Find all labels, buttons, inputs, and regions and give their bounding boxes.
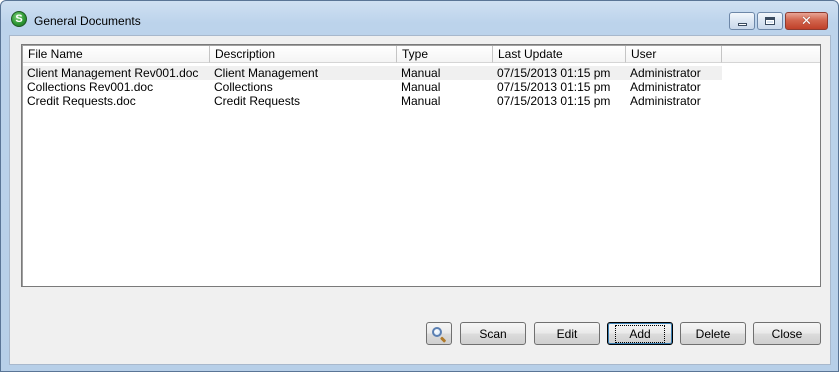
cell-type: Manual xyxy=(401,94,441,108)
column-header-file-name[interactable]: File Name xyxy=(23,46,210,63)
app-logo-letter: S xyxy=(15,12,23,25)
cell-file-name: Credit Requests.doc xyxy=(27,94,136,108)
add-button-label: Add xyxy=(615,324,665,343)
cell-last-update: 07/15/2013 01:15 pm xyxy=(497,66,611,80)
cell-file-name: Collections Rev001.doc xyxy=(27,80,154,94)
table-row[interactable]: Credit Requests.doc Credit Requests Manu… xyxy=(23,94,722,108)
magnifier-icon xyxy=(432,326,447,343)
general-documents-window: S General Documents ✕ File Name Descript… xyxy=(0,0,839,372)
edit-button-label: Edit xyxy=(556,326,578,341)
maximize-icon xyxy=(765,17,775,25)
table-row[interactable]: Client Management Rev001.doc Client Mana… xyxy=(23,66,722,80)
delete-button[interactable]: Delete xyxy=(680,322,746,345)
window-title: General Documents xyxy=(34,14,141,28)
search-button[interactable] xyxy=(426,322,452,345)
list-header: File Name Description Type Last Update U… xyxy=(23,46,820,63)
minimize-button[interactable] xyxy=(729,12,755,30)
cell-last-update: 07/15/2013 01:15 pm xyxy=(497,94,611,108)
cell-user: Administrator xyxy=(630,94,701,108)
cell-description: Credit Requests xyxy=(214,94,301,108)
column-header-filler xyxy=(722,46,820,63)
cell-type: Manual xyxy=(401,66,441,80)
maximize-button[interactable] xyxy=(757,12,783,30)
close-button-label: Close xyxy=(771,326,803,341)
cell-last-update: 07/15/2013 01:15 pm xyxy=(497,80,611,94)
close-window-button[interactable]: ✕ xyxy=(785,12,828,30)
column-header-description[interactable]: Description xyxy=(210,46,397,63)
close-button[interactable]: Close xyxy=(753,322,821,345)
table-row[interactable]: Collections Rev001.doc Collections Manua… xyxy=(23,80,722,94)
edit-button[interactable]: Edit xyxy=(534,322,600,345)
cell-description: Collections xyxy=(214,80,273,94)
caption-buttons: ✕ xyxy=(729,12,828,30)
column-header-last-update[interactable]: Last Update xyxy=(493,46,626,63)
minimize-icon xyxy=(737,22,747,26)
cell-type: Manual xyxy=(401,80,441,94)
cell-user: Administrator xyxy=(630,80,701,94)
column-header-type[interactable]: Type xyxy=(397,46,493,63)
cell-file-name: Client Management Rev001.doc xyxy=(27,66,199,80)
cell-description: Client Management xyxy=(214,66,319,80)
scan-button[interactable]: Scan xyxy=(460,322,526,345)
cell-user: Administrator xyxy=(630,66,701,80)
column-header-user[interactable]: User xyxy=(626,46,722,63)
close-icon: ✕ xyxy=(801,13,812,29)
documents-list[interactable]: File Name Description Type Last Update U… xyxy=(21,44,821,287)
app-logo-icon[interactable]: S xyxy=(11,11,27,27)
scan-button-label: Scan xyxy=(479,326,507,341)
title-bar[interactable]: S General Documents ✕ xyxy=(1,1,838,35)
dialog-client-area: File Name Description Type Last Update U… xyxy=(9,35,831,365)
add-button[interactable]: Add xyxy=(607,322,673,345)
delete-button-label: Delete xyxy=(695,326,731,341)
